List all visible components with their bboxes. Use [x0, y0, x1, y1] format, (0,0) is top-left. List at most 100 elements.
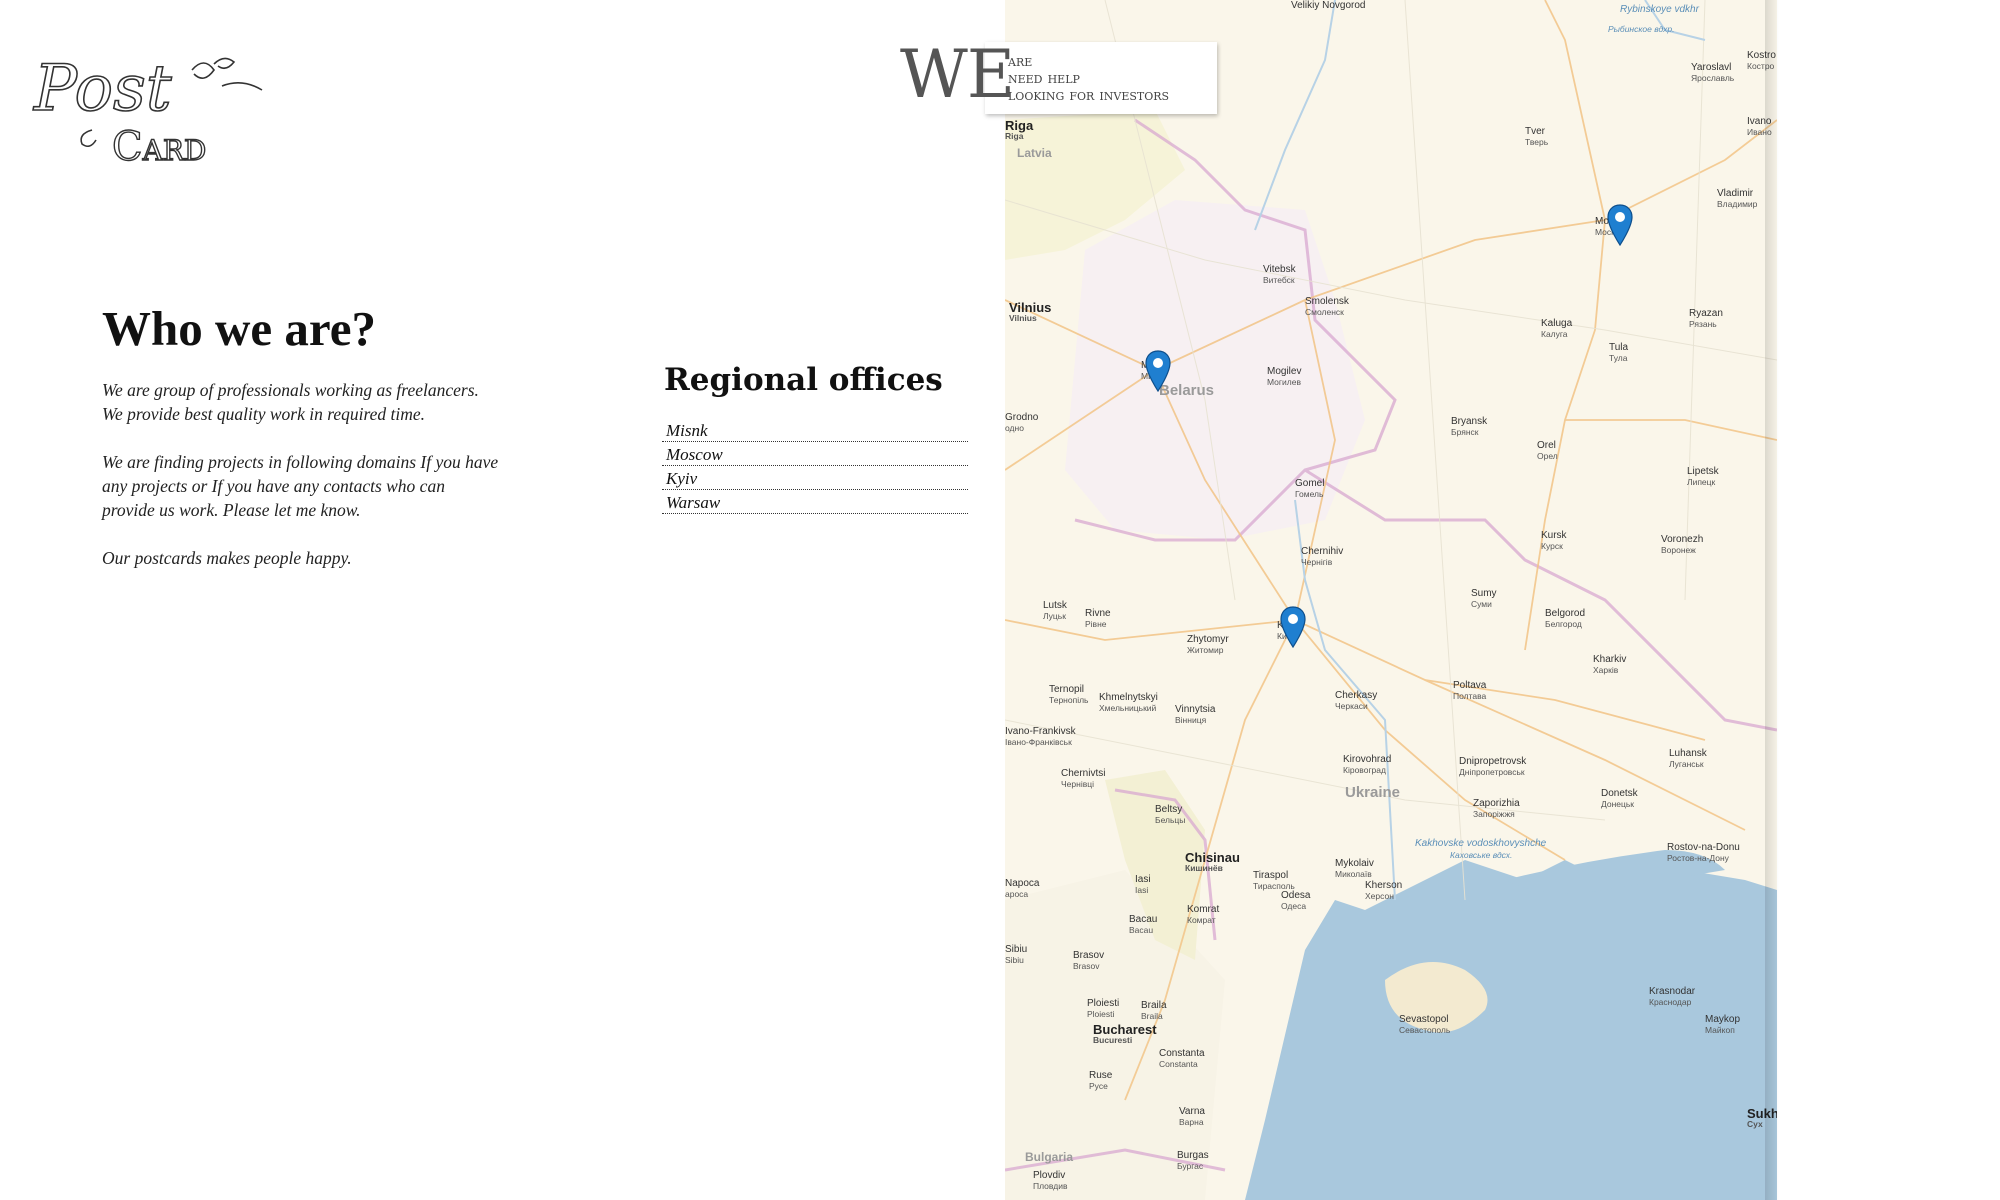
water-label: Каховське вдсх. [1450, 850, 1513, 860]
city-name: Orel [1537, 440, 1556, 451]
city-name: Bacau [1129, 914, 1158, 925]
office-link-kyiv[interactable]: Kyiv [662, 466, 968, 490]
city-name: Ploiesti [1087, 998, 1120, 1009]
city-label: Chisinau Кишинёв [1185, 851, 1240, 874]
city-name-local: Івано-Франківськ [1005, 737, 1072, 747]
city-name: Ruse [1089, 1070, 1113, 1081]
city-name-local: Полтава [1453, 691, 1487, 701]
city-label: Ploiesti Ploiesti [1087, 998, 1119, 1020]
city-name-local: Орел [1537, 451, 1558, 461]
country-label: Bulgaria [1025, 1150, 1074, 1164]
city-label: Ivano-Frankivsk Івано-Франківськ [1005, 726, 1076, 748]
city-name-local: Одеса [1281, 901, 1307, 911]
city-name-local: Владимир [1717, 199, 1758, 209]
city-label: Burgas Бургас [1177, 1150, 1209, 1172]
about-paragraph: Our postcards makes people happy. [102, 548, 352, 568]
city-name-local: Тверь [1525, 137, 1549, 147]
city-name-local: Бургас [1177, 1161, 1204, 1171]
city-name: Komrat [1187, 904, 1220, 915]
city-name: Yaroslavl [1691, 62, 1732, 73]
city-name: Kirovohrad [1343, 754, 1392, 765]
city-name: Tiraspol [1253, 870, 1289, 881]
office-link-moscow[interactable]: Moscow [662, 442, 968, 466]
city-label: Chernihiv Чернігів [1301, 546, 1343, 568]
tagline-line: are [1008, 51, 1033, 70]
city-name: Brasov [1073, 950, 1105, 961]
city-name-local: Краснодар [1649, 997, 1692, 1007]
tagline-line: looking for investors [1008, 85, 1170, 104]
city-label: Luhansk Луганськ [1669, 748, 1707, 770]
city-name-local: Белгород [1545, 619, 1582, 629]
city-label: Kursk Курск [1541, 530, 1567, 552]
city-name-local: Варна [1179, 1117, 1204, 1127]
city-name: Vladimir [1717, 188, 1754, 199]
map-pin-icon[interactable] [1605, 203, 1635, 247]
city-label: Rivne Рівне [1085, 608, 1111, 630]
offices-map[interactable]: Latvia Belarus Ukraine Bulgaria Rybinsko… [1005, 0, 1777, 1200]
city-label: Komrat Комрат [1187, 904, 1219, 926]
city-name-local: Sibiu [1005, 955, 1024, 965]
logo-line2: Card [112, 124, 206, 165]
offices-list: Misnk Moscow Kyiv Warsaw [662, 418, 968, 514]
city-label: Vilnius Vilnius [1009, 301, 1051, 324]
city-name-local: Луганськ [1669, 759, 1704, 769]
city-name-local: Житомир [1187, 645, 1224, 655]
page-title: Who we are? [102, 301, 376, 356]
city-label: Mykolaiv Миколаїв [1335, 858, 1374, 880]
city-name: Maykop [1705, 1014, 1741, 1025]
city-label: Kirovohrad Кіровоград [1343, 754, 1391, 776]
city-label: Kherson Херсон [1365, 880, 1402, 902]
city-name: Rivne [1085, 608, 1111, 619]
city-label: Braila Braila [1141, 1000, 1167, 1022]
city-label: Mogilev Могилев [1267, 366, 1301, 388]
city-name: Belgorod [1545, 608, 1586, 619]
city-label: Brasov Brasov [1073, 950, 1104, 972]
city-label: Beltsy Бельцы [1155, 804, 1185, 826]
city-name: Ternopil [1049, 684, 1085, 695]
map-base [1005, 0, 1777, 1200]
city-name: Lipetsk [1687, 466, 1719, 477]
city-label: Poltava Полтава [1453, 680, 1486, 702]
city-name-local: Калуга [1541, 329, 1568, 339]
city-label: Tiraspol Тирасполь [1253, 870, 1295, 892]
city-label: Iasi Iasi [1135, 874, 1151, 896]
city-label: Sibiu Sibiu [1005, 944, 1027, 966]
water-label: Kakhovske vodoskhovyshche [1415, 838, 1547, 849]
city-name-local: Ярославль [1691, 73, 1735, 83]
city-name-local: Braila [1141, 1011, 1163, 1021]
office-link-minsk[interactable]: Misnk [662, 418, 968, 442]
city-name-local: Смоленск [1305, 307, 1344, 317]
city-name: Sevastopol [1399, 1014, 1449, 1025]
city-label: Tver Тверь [1525, 126, 1548, 148]
tagline-we: WE [900, 36, 1015, 113]
city-name: Plovdiv [1033, 1170, 1066, 1181]
map-pin-icon[interactable] [1278, 605, 1308, 649]
city-label: Lutsk Луцьк [1043, 600, 1067, 622]
postcard-logo[interactable]: Post Card [32, 40, 292, 171]
city-name: Varna [1179, 1106, 1205, 1117]
city-name-local: Херсон [1365, 891, 1394, 901]
office-link-warsaw[interactable]: Warsaw [662, 490, 968, 514]
city-name-local: Bacau [1129, 925, 1154, 935]
city-name-local: Тернопіль [1049, 695, 1089, 705]
city-name: Beltsy [1155, 804, 1183, 815]
city-name-local: одно [1005, 423, 1024, 433]
about-text: We are group of professionals working as… [102, 378, 502, 594]
city-name: Zaporizhia [1473, 798, 1520, 809]
city-name: Cherkasy [1335, 690, 1378, 701]
water-label: Рыбинское вдхр. [1608, 24, 1675, 34]
city-label: Ruse Русе [1089, 1070, 1112, 1092]
city-label: Tula Тула [1609, 342, 1628, 364]
city-name: Napoca [1005, 878, 1040, 889]
city-label: Napoca apoca [1005, 878, 1039, 900]
city-name-local: Ploiesti [1087, 1009, 1115, 1019]
city-name-local: Брянск [1451, 427, 1479, 437]
city-name-local: Воронеж [1661, 545, 1696, 555]
city-name: Iasi [1135, 874, 1151, 885]
city-label: Riga Riga [1005, 119, 1033, 142]
city-label: Gomel Гомель [1295, 478, 1324, 500]
city-name: Rostov-na-Donu [1667, 842, 1740, 853]
city-label: Khmelnytskyi Хмельницький [1099, 692, 1158, 714]
map-pin-icon[interactable] [1143, 349, 1173, 393]
city-name-local: Курск [1541, 541, 1563, 551]
